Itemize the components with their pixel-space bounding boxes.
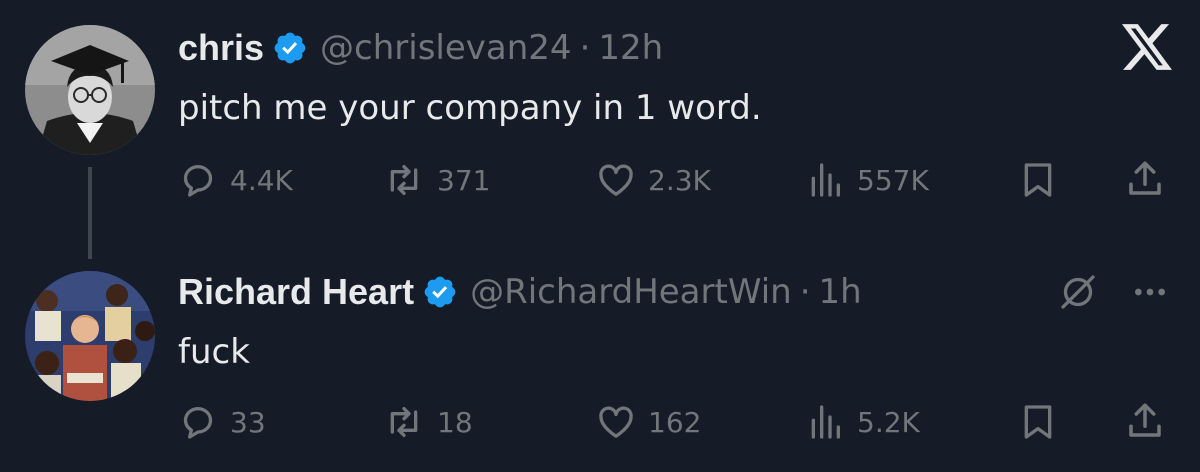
reply-icon [183,165,213,197]
author-name[interactable]: chris [178,27,264,69]
heart-icon [599,164,633,196]
grok-icon[interactable] [1058,272,1098,317]
x-logo-icon[interactable] [1122,24,1172,70]
repost-count: 371 [437,163,491,197]
verified-badge-icon [272,30,308,66]
views-button[interactable]: 5.2K [805,402,920,442]
like-button[interactable]: 2.3K [596,160,711,200]
repost-icon [390,407,418,437]
bookmark-icon [1024,405,1052,439]
share-icon [1129,161,1161,195]
tweet-header: Richard Heart @RichardHeartWin · 1h [178,270,862,314]
avatar-chris[interactable] [25,25,155,155]
reply-button[interactable]: 4.4K [178,160,293,200]
views-icon [811,405,840,439]
views-button[interactable]: 557K [805,160,929,200]
repost-count: 18 [437,405,473,439]
verified-badge-icon [422,274,458,310]
tweet-text: pitch me your company in 1 word. [178,88,762,128]
separator-dot: · [799,272,811,312]
reply-count: 4.4K [230,163,293,197]
share-icon [1129,403,1161,437]
timestamp[interactable]: 1h [819,272,862,312]
like-button[interactable]: 162 [596,402,701,442]
timestamp[interactable]: 12h [598,28,663,68]
like-count: 162 [648,405,702,439]
reply-button[interactable]: 33 [178,402,266,442]
reply-count: 33 [230,405,266,439]
views-icon [811,163,840,197]
heart-icon [599,406,633,438]
separator-dot: · [579,28,591,68]
more-options-icon[interactable] [1130,272,1170,317]
bookmark-button[interactable] [1018,402,1058,442]
repost-icon [390,165,418,195]
share-button[interactable] [1124,400,1166,442]
bookmark-icon [1024,163,1052,197]
author-handle[interactable]: @RichardHeartWin [470,272,792,312]
avatar-richard-heart[interactable] [25,271,155,401]
view-count: 557K [857,163,929,197]
repost-button[interactable]: 18 [383,402,473,442]
repost-button[interactable]: 371 [383,160,490,200]
tweet-text: fuck [178,332,250,372]
share-button[interactable] [1124,158,1166,200]
reply-icon [183,407,213,439]
like-count: 2.3K [648,163,711,197]
tweet-header: chris @chrislevan24 · 12h [178,26,663,70]
thread-connector-line [88,167,92,259]
bookmark-button[interactable] [1018,160,1058,200]
author-handle[interactable]: @chrislevan24 [320,28,572,68]
view-count: 5.2K [857,405,920,439]
author-name[interactable]: Richard Heart [178,271,414,313]
